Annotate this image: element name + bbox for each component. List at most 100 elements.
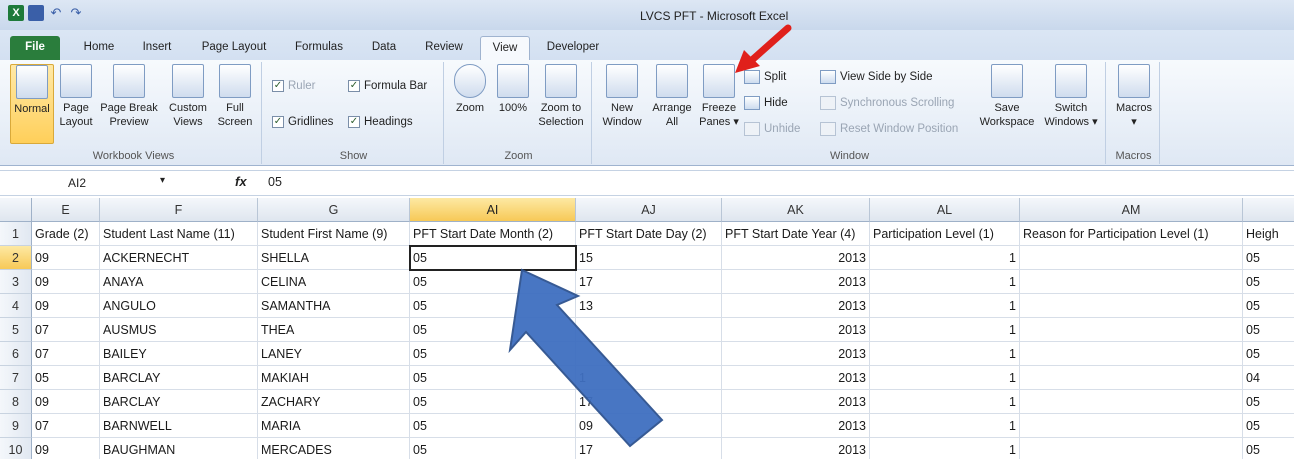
table-cell[interactable]: 05 — [410, 342, 576, 366]
table-cell[interactable]: 05 — [1243, 414, 1294, 438]
table-cell[interactable]: SAMANTHA — [258, 294, 410, 318]
zoom-button[interactable]: Zoom — [450, 64, 490, 115]
header-cell[interactable]: PFT Start Date Year (4) — [722, 222, 870, 246]
table-cell[interactable] — [1020, 294, 1243, 318]
table-cell[interactable]: CELINA — [258, 270, 410, 294]
table-cell[interactable]: 2013 — [722, 342, 870, 366]
table-cell[interactable]: 1 — [870, 294, 1020, 318]
redo-icon[interactable]: ↷ — [68, 5, 84, 21]
row-header[interactable]: 6 — [0, 342, 32, 366]
table-cell[interactable]: BAUGHMAN — [100, 438, 258, 459]
table-cell[interactable]: 1 — [870, 366, 1020, 390]
table-cell[interactable] — [1020, 414, 1243, 438]
table-cell[interactable]: 05 — [1243, 318, 1294, 342]
table-cell[interactable]: 1 — [870, 318, 1020, 342]
tab-view[interactable]: View — [480, 36, 530, 60]
table-cell[interactable]: 05 — [1243, 294, 1294, 318]
table-cell[interactable] — [1020, 270, 1243, 294]
table-cell[interactable]: BARCLAY — [100, 366, 258, 390]
formula-input[interactable]: 05 — [268, 175, 282, 189]
table-cell[interactable]: 2013 — [722, 294, 870, 318]
table-cell[interactable]: 1 — [870, 270, 1020, 294]
table-cell[interactable]: 17 — [576, 270, 722, 294]
table-cell[interactable] — [1020, 438, 1243, 459]
unhide-button[interactable]: Unhide — [744, 122, 800, 136]
tab-home[interactable]: Home — [76, 36, 122, 60]
gridlines-checkbox[interactable]: ✓ Gridlines — [272, 116, 333, 128]
row-header[interactable]: 10 — [0, 438, 32, 459]
header-cell[interactable]: PFT Start Date Day (2) — [576, 222, 722, 246]
table-cell[interactable]: LANEY — [258, 342, 410, 366]
headings-checkbox[interactable]: ✓ Headings — [348, 116, 413, 128]
row-header[interactable]: 8 — [0, 390, 32, 414]
table-cell[interactable]: 1 — [870, 246, 1020, 270]
table-cell[interactable]: SHELLA — [258, 246, 410, 270]
switch-windows-button[interactable]: Switch Windows ▾ — [1040, 64, 1102, 129]
row-header[interactable]: 5 — [0, 318, 32, 342]
table-cell[interactable]: 09 — [32, 246, 100, 270]
table-cell[interactable]: ACKERNECHT — [100, 246, 258, 270]
custom-views-button[interactable]: Custom Views — [166, 64, 210, 129]
table-cell[interactable]: 09 — [32, 270, 100, 294]
macros-button[interactable]: Macros ▾ — [1112, 64, 1156, 129]
column-header[interactable]: AJ — [576, 198, 722, 222]
reset-window-position-button[interactable]: Reset Window Position — [820, 122, 958, 136]
tab-formulas[interactable]: Formulas — [288, 36, 350, 60]
header-cell[interactable]: Participation Level (1) — [870, 222, 1020, 246]
select-all-corner[interactable] — [0, 198, 32, 222]
table-cell[interactable]: 09 — [32, 390, 100, 414]
table-cell[interactable]: 15 — [576, 246, 722, 270]
table-cell[interactable]: THEA — [258, 318, 410, 342]
column-header[interactable]: AL — [870, 198, 1020, 222]
table-cell[interactable]: 05 — [410, 390, 576, 414]
table-cell[interactable]: ZACHARY — [258, 390, 410, 414]
table-cell[interactable]: 05 — [410, 438, 576, 459]
table-cell[interactable]: MERCADES — [258, 438, 410, 459]
ruler-checkbox[interactable]: ✓ Ruler — [272, 80, 315, 92]
table-cell[interactable]: 1 — [870, 390, 1020, 414]
header-cell[interactable]: PFT Start Date Month (2) — [410, 222, 576, 246]
table-cell[interactable]: 09 — [576, 414, 722, 438]
table-cell[interactable] — [1020, 342, 1243, 366]
row-header[interactable]: 4 — [0, 294, 32, 318]
table-cell[interactable] — [1020, 246, 1243, 270]
column-header[interactable]: AK — [722, 198, 870, 222]
table-cell[interactable]: 1 — [870, 342, 1020, 366]
name-box[interactable]: AI2 — [8, 173, 168, 193]
zoom-to-selection-button[interactable]: Zoom to Selection — [534, 64, 588, 129]
table-cell[interactable]: 04 — [1243, 366, 1294, 390]
page-break-preview-button[interactable]: Page Break Preview — [98, 64, 160, 129]
table-cell[interactable]: 17 — [576, 390, 722, 414]
table-cell[interactable]: 05 — [32, 366, 100, 390]
page-layout-view-button[interactable]: Page Layout — [56, 64, 96, 129]
zoom-100-button[interactable]: 100% — [494, 64, 532, 115]
excel-logo-icon[interactable]: X — [8, 5, 24, 21]
header-cell[interactable]: Grade (2) — [32, 222, 100, 246]
table-cell[interactable]: 2013 — [722, 390, 870, 414]
table-cell[interactable]: 09 — [32, 438, 100, 459]
view-side-by-side-button[interactable]: View Side by Side — [820, 70, 932, 84]
header-cell[interactable]: Student First Name (9) — [258, 222, 410, 246]
tab-page-layout[interactable]: Page Layout — [196, 36, 272, 60]
table-cell[interactable]: 17 — [576, 438, 722, 459]
table-cell[interactable]: 07 — [32, 318, 100, 342]
header-cell[interactable]: Heigh — [1243, 222, 1294, 246]
formula-bar-checkbox[interactable]: ✓ Formula Bar — [348, 80, 427, 92]
column-header[interactable]: E — [32, 198, 100, 222]
tab-data[interactable]: Data — [364, 36, 404, 60]
tab-file[interactable]: File — [10, 36, 60, 60]
table-cell[interactable]: 2013 — [722, 366, 870, 390]
fx-icon[interactable]: fx — [235, 174, 247, 189]
table-cell[interactable]: 2013 — [722, 438, 870, 459]
save-icon[interactable] — [28, 5, 44, 21]
table-cell[interactable]: 05 — [1243, 438, 1294, 459]
normal-view-button[interactable]: Normal — [10, 64, 54, 144]
tab-developer[interactable]: Developer — [540, 36, 606, 60]
synchronous-scrolling-button[interactable]: Synchronous Scrolling — [820, 96, 954, 110]
table-cell[interactable]: 05 — [1243, 246, 1294, 270]
table-cell[interactable]: 05 — [410, 414, 576, 438]
table-cell[interactable]: MAKIAH — [258, 366, 410, 390]
row-header[interactable]: 9 — [0, 414, 32, 438]
table-cell[interactable]: 2013 — [722, 414, 870, 438]
table-cell[interactable]: ANGULO — [100, 294, 258, 318]
